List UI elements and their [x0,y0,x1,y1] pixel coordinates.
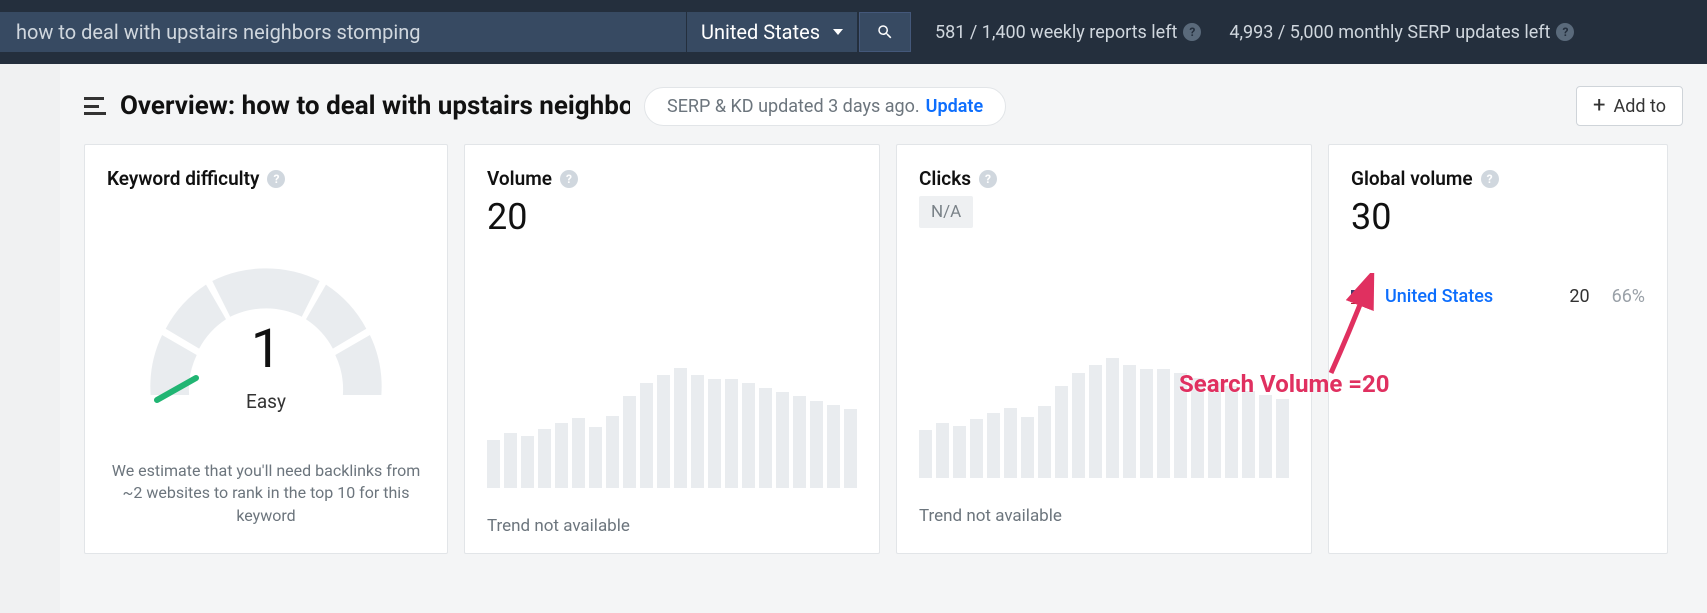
menu-icon[interactable] [84,97,106,115]
country-volume: 20 [1569,286,1589,307]
global-title: Global volume [1351,167,1473,190]
country-select[interactable]: United States [687,12,857,52]
volume-trend-note: Trend not available [487,516,857,536]
volume-card: Volume ? 20 Trend not available [464,144,880,554]
country-row[interactable]: United States 20 66% [1351,286,1645,307]
help-icon[interactable]: ? [560,170,578,188]
plus-icon: + [1593,95,1605,117]
search-icon [876,23,894,41]
volume-value: 20 [487,196,857,238]
kd-title: Keyword difficulty [107,167,259,190]
country-select-label: United States [701,20,820,44]
help-icon[interactable]: ? [267,170,285,188]
update-status-text: SERP & KD updated 3 days ago. [667,96,920,117]
monthly-updates-stat: 4,993 / 5,000 monthly SERP updates left … [1229,22,1574,43]
volume-title: Volume [487,167,552,190]
cards-row: Keyword difficulty ? 1 Easy We es [60,144,1707,554]
help-icon[interactable]: ? [979,170,997,188]
help-icon[interactable]: ? [1481,170,1499,188]
kd-score: 1 [136,318,396,381]
kd-label: Easy [136,390,396,413]
sidebar-collapsed [0,64,60,613]
weekly-reports-stat: 581 / 1,400 weekly reports left ? [935,22,1201,43]
country-percent: 66% [1612,286,1645,307]
kd-footer: We estimate that you'll need backlinks f… [107,460,425,527]
chevron-down-icon [833,29,843,35]
help-icon[interactable]: ? [1556,23,1574,41]
update-pill: SERP & KD updated 3 days ago. Update [644,87,1006,126]
us-flag-icon [1351,290,1373,304]
main-content: Overview: how to deal with upstairs neig… [60,64,1707,554]
keyword-difficulty-card: Keyword difficulty ? 1 Easy We es [84,144,448,554]
keyword-search-input[interactable]: how to deal with upstairs neighbors stom… [0,12,686,52]
search-button[interactable] [859,12,911,52]
add-to-button[interactable]: + Add to [1576,86,1683,126]
clicks-title: Clicks [919,167,971,190]
help-icon[interactable]: ? [1183,23,1201,41]
page-header: Overview: how to deal with upstairs neig… [60,64,1707,144]
clicks-card: Clicks ? N/A Trend not available [896,144,1312,554]
global-value: 30 [1351,196,1645,238]
kd-gauge: 1 Easy [136,240,396,420]
add-to-label: Add to [1614,96,1667,117]
page-title: Overview: how to deal with upstairs neig… [120,91,630,121]
clicks-trend-chart [919,358,1289,478]
global-volume-card: Global volume ? 30 United States 20 66% … [1328,144,1668,554]
monthly-updates-text: 4,993 / 5,000 monthly SERP updates left [1229,22,1550,43]
country-name: United States [1385,286,1493,307]
clicks-value: N/A [919,196,973,228]
volume-trend-chart [487,368,857,488]
clicks-trend-note: Trend not available [919,506,1289,526]
update-link[interactable]: Update [926,96,983,117]
weekly-reports-text: 581 / 1,400 weekly reports left [935,22,1177,43]
topbar: how to deal with upstairs neighbors stom… [0,0,1707,64]
